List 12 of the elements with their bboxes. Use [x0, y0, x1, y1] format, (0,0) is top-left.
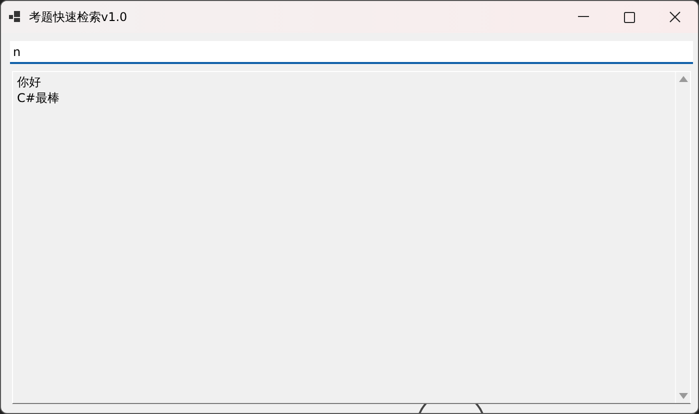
app-icon — [9, 11, 21, 23]
maximize-icon — [624, 12, 634, 22]
minimize-icon — [578, 16, 588, 18]
ring-drawing — [417, 404, 485, 413]
window-title: 考题快速检索v1.0 — [29, 9, 128, 26]
list-item[interactable]: 你好 — [17, 74, 41, 90]
scrollbar[interactable] — [675, 72, 690, 403]
search-field[interactable]: n — [10, 41, 693, 64]
scroll-up-icon[interactable] — [678, 76, 688, 82]
close-icon — [669, 11, 681, 23]
scroll-down-icon[interactable] — [678, 393, 688, 399]
list-item[interactable]: C#最棒 — [17, 90, 60, 106]
